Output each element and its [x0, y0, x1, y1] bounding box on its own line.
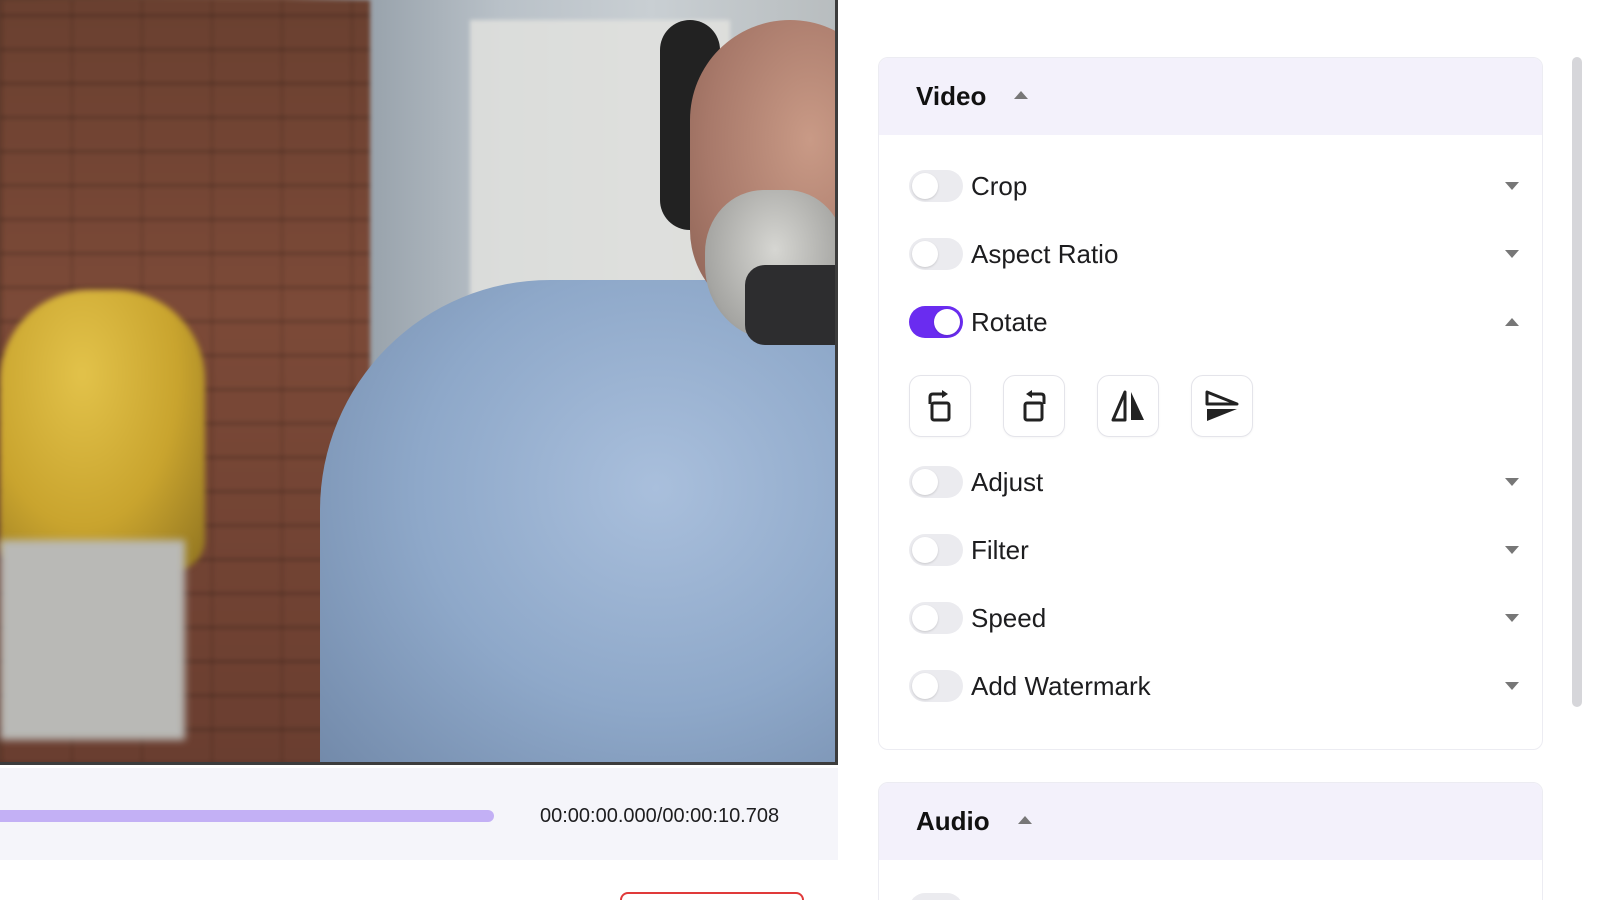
chevron-down-icon[interactable] — [1505, 478, 1519, 486]
flip-vertical-button[interactable] — [1191, 375, 1253, 437]
rotate-label: Rotate — [971, 306, 1048, 337]
rotate-clockwise-button[interactable] — [909, 375, 971, 437]
toggle-knob — [912, 673, 938, 699]
preview-microphone-dark — [745, 265, 835, 345]
toggle-knob — [912, 469, 938, 495]
chevron-down-icon[interactable] — [1505, 682, 1519, 690]
add-watermark-toggle[interactable] — [909, 670, 963, 702]
collapse-icon[interactable] — [1017, 815, 1032, 824]
video-panel: Video Crop Aspect Ratio Rotate Adjust Fi… — [878, 57, 1543, 750]
speed-label: Speed — [971, 602, 1047, 633]
audio-panel-header[interactable]: Audio — [879, 783, 1542, 860]
filter-label: Filter — [971, 534, 1029, 565]
rotate-counterclockwise-button[interactable] — [1003, 375, 1065, 437]
app-root: 00:00:00.000/00:00:10.708 Video Crop Asp… — [0, 0, 1600, 900]
preview-microphone-base — [0, 540, 185, 740]
aspect-ratio-toggle[interactable] — [909, 238, 963, 270]
toggle-knob — [912, 173, 938, 199]
chevron-down-icon[interactable] — [1505, 614, 1519, 622]
speed-toggle[interactable] — [909, 602, 963, 634]
adjust-toggle[interactable] — [909, 466, 963, 498]
audio-panel-title: Audio — [916, 806, 990, 836]
aspect-ratio-label: Aspect Ratio — [971, 238, 1119, 269]
filter-toggle[interactable] — [909, 534, 963, 566]
option-add-watermark[interactable]: Add Watermark — [909, 666, 1519, 706]
preview-microphone — [0, 290, 205, 570]
option-filter[interactable]: Filter — [909, 530, 1519, 570]
video-panel-title: Video — [916, 81, 987, 111]
audio-panel: Audio — [878, 782, 1543, 900]
preview-person — [320, 280, 835, 762]
chevron-up-icon[interactable] — [1505, 318, 1519, 326]
add-watermark-label: Add Watermark — [971, 670, 1151, 701]
option-adjust[interactable]: Adjust — [909, 462, 1519, 502]
option-speed[interactable]: Speed — [909, 598, 1519, 638]
chevron-down-icon[interactable] — [1505, 182, 1519, 190]
option-aspect-ratio[interactable]: Aspect Ratio — [909, 234, 1519, 274]
timecode: 00:00:00.000/00:00:10.708 — [540, 805, 780, 827]
collapse-icon[interactable] — [1014, 90, 1029, 99]
toggle-knob — [912, 605, 938, 631]
toggle-knob — [912, 537, 938, 563]
crop-toggle[interactable] — [909, 170, 963, 202]
flip-horizontal-icon — [1111, 390, 1144, 422]
playback-progress[interactable] — [0, 810, 494, 822]
video-preview[interactable] — [0, 0, 838, 765]
option-rotate[interactable]: Rotate — [909, 302, 1519, 342]
toggle-knob — [912, 241, 938, 267]
rotate-actions — [909, 375, 1253, 437]
settings-scrollbar[interactable] — [1572, 57, 1582, 707]
audio-option-toggle[interactable] — [909, 893, 963, 900]
video-panel-header[interactable]: Video — [879, 58, 1542, 135]
option-crop[interactable]: Crop — [909, 166, 1519, 206]
flip-vertical-icon — [1205, 390, 1239, 421]
rotate-toggle[interactable] — [909, 306, 963, 338]
chevron-down-icon[interactable] — [1505, 250, 1519, 258]
rotate-counterclockwise-icon — [1023, 390, 1046, 422]
crop-label: Crop — [971, 170, 1028, 201]
chevron-down-icon[interactable] — [1505, 546, 1519, 554]
rotate-clockwise-icon — [928, 390, 951, 422]
flip-horizontal-button[interactable] — [1097, 375, 1159, 437]
export-button[interactable] — [620, 892, 804, 900]
toggle-knob — [934, 309, 960, 335]
adjust-label: Adjust — [971, 466, 1044, 497]
